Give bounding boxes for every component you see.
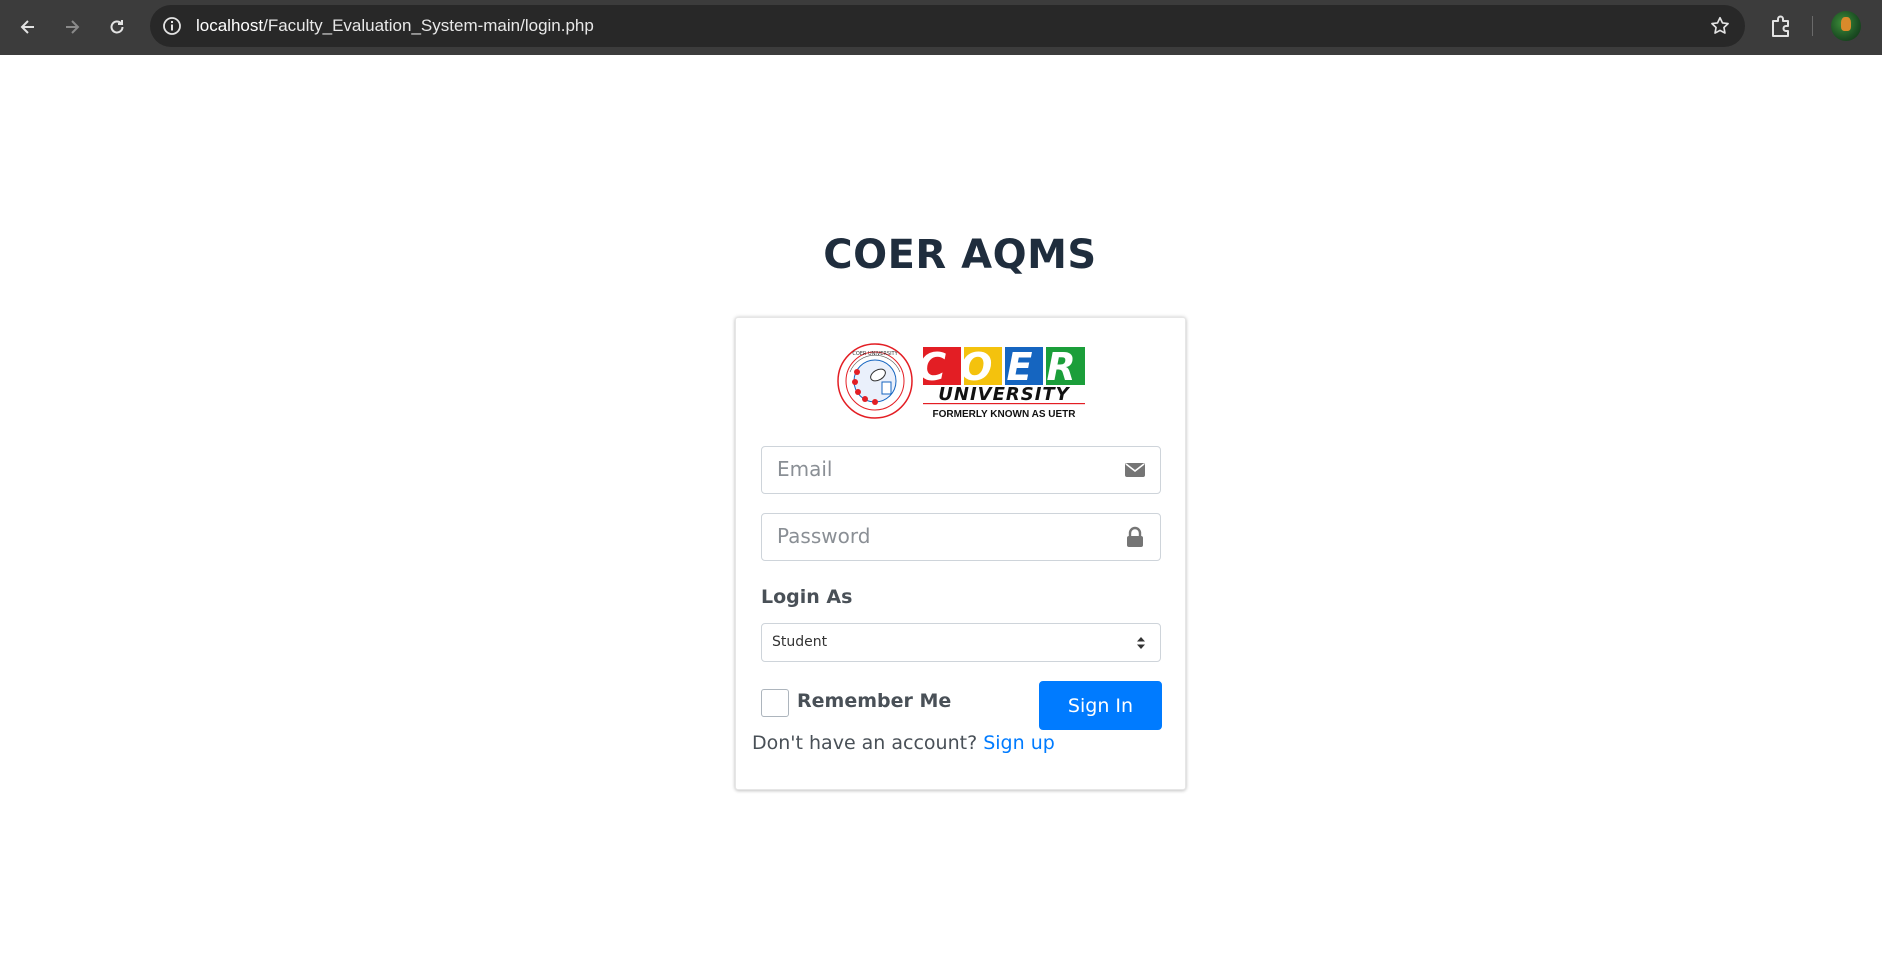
page-title: COER AQMS xyxy=(0,232,1882,278)
toolbar-separator xyxy=(1812,16,1813,36)
reload-icon xyxy=(110,20,124,34)
forward-arrow-icon xyxy=(66,20,80,34)
email-input[interactable] xyxy=(762,447,1107,491)
signup-prompt: Don't have an account? Sign up xyxy=(752,732,1055,754)
email-field[interactable] xyxy=(761,446,1161,494)
sign-in-button[interactable]: Sign In xyxy=(1039,681,1162,730)
university-seal-logo: COER UNIVERSITY xyxy=(837,343,913,419)
forward-button[interactable] xyxy=(57,12,87,42)
page-title-text: COER AQMS xyxy=(823,232,1097,278)
select-updown-icon xyxy=(1137,637,1145,649)
login-as-label: Login As xyxy=(761,586,853,608)
back-arrow-icon xyxy=(20,20,34,34)
password-field[interactable] xyxy=(761,513,1161,561)
university-logos: COER UNIVERSITY COER UNIVERSITY FORMERLY… xyxy=(836,342,1086,424)
envelope-icon xyxy=(1125,463,1145,477)
reload-button[interactable] xyxy=(102,12,132,42)
signup-prompt-text: Don't have an account? xyxy=(752,732,978,754)
logo-wordmark: COER xyxy=(923,347,1085,389)
sign-up-link[interactable]: Sign up xyxy=(983,732,1055,754)
lock-icon xyxy=(1127,526,1143,547)
url-text[interactable]: localhost/Faculty_Evaluation_System-main… xyxy=(196,5,594,47)
back-button[interactable] xyxy=(13,12,43,42)
address-bar[interactable]: localhost/Faculty_Evaluation_System-main… xyxy=(150,5,1745,47)
seal-caption: COER UNIVERSITY xyxy=(852,351,898,357)
coer-university-logo: COER UNIVERSITY FORMERLY KNOWN AS UETR xyxy=(923,347,1085,420)
remember-me-label[interactable]: Remember Me xyxy=(797,690,951,712)
profile-avatar[interactable] xyxy=(1831,11,1861,41)
extensions-puzzle-icon[interactable] xyxy=(1767,12,1795,40)
role-select-value: Student xyxy=(772,634,828,650)
login-card: COER UNIVERSITY COER UNIVERSITY FORMERLY… xyxy=(735,317,1186,790)
site-info-icon[interactable] xyxy=(162,16,182,36)
bookmark-star-icon[interactable] xyxy=(1709,15,1731,37)
logo-tagline: FORMERLY KNOWN AS UETR xyxy=(933,409,1077,420)
remember-me-checkbox[interactable] xyxy=(761,689,789,717)
logo-subword: UNIVERSITY xyxy=(938,384,1070,405)
role-select[interactable]: Student xyxy=(761,623,1161,662)
url-path: /Faculty_Evaluation_System-main/login.ph… xyxy=(263,16,594,35)
url-host: localhost xyxy=(196,16,264,35)
password-input[interactable] xyxy=(762,514,1107,558)
browser-toolbar: localhost/Faculty_Evaluation_System-main… xyxy=(0,0,1882,55)
